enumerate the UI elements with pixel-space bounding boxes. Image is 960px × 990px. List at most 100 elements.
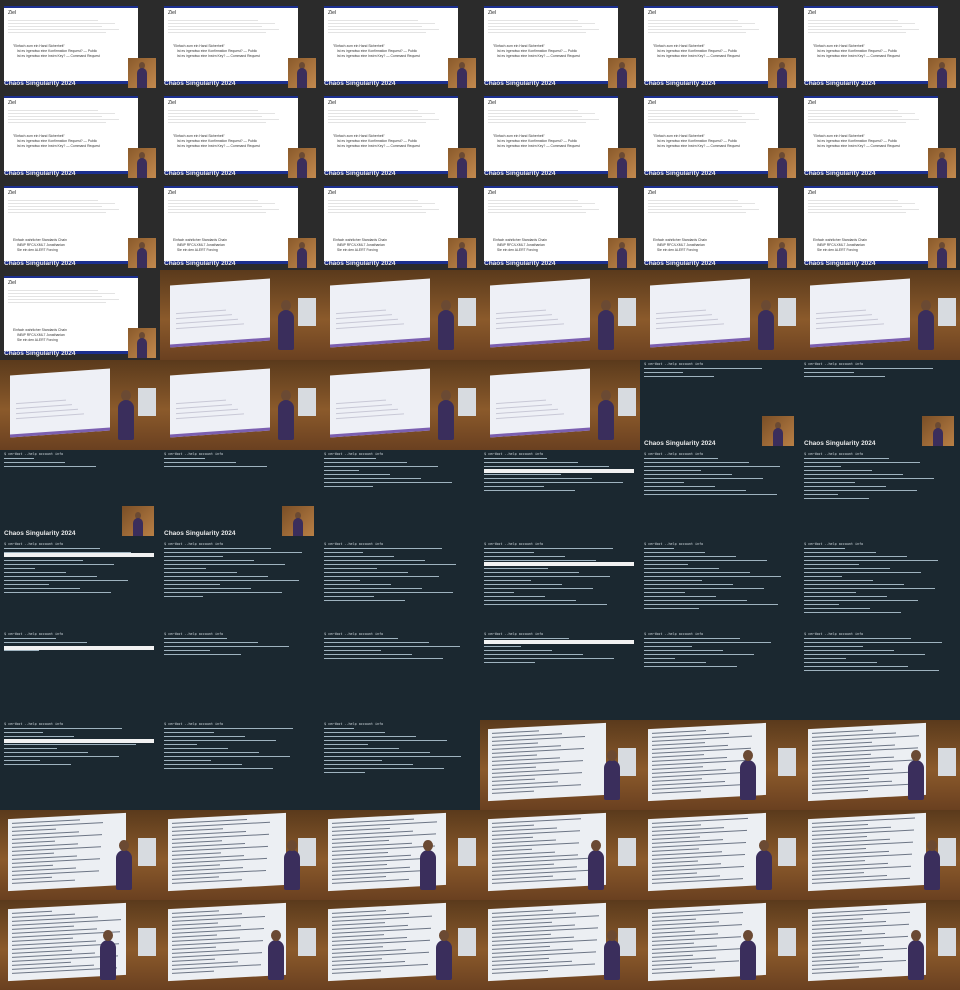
terminal-output-line <box>324 728 354 729</box>
video-thumbnail[interactable] <box>480 810 640 900</box>
terminal-output-line <box>644 474 732 475</box>
video-thumbnail[interactable]: Ziel Einfach wahrlicher Standards Chain IN… <box>0 180 160 270</box>
video-thumbnail[interactable]: Ziel "Einfach zum ein Hand Sicherheit" Ist… <box>640 90 800 180</box>
video-thumbnail[interactable]: $ certbot --help account info <box>160 720 320 810</box>
video-thumbnail[interactable]: $ certbot --help account info <box>160 630 320 720</box>
video-thumbnail[interactable]: $ certbot --help account info <box>160 540 320 630</box>
video-thumbnail[interactable] <box>320 360 480 450</box>
video-thumbnail[interactable]: $ certbot --help account info <box>640 630 800 720</box>
video-thumbnail[interactable] <box>480 900 640 990</box>
slide-frame: Ziel "Einfach zum ein Hand Sicherheit" Ist… <box>4 96 138 174</box>
video-thumbnail[interactable] <box>0 900 160 990</box>
terminal-prompt: $ certbot --help account info <box>324 632 384 636</box>
video-thumbnail[interactable]: $ certbot --help account info <box>640 540 800 630</box>
slide-top-bar <box>4 6 138 8</box>
video-thumbnail[interactable]: $ certbot --help account info Chaos Singu… <box>800 360 960 450</box>
video-thumbnail[interactable] <box>800 270 960 360</box>
speaker-body <box>137 338 147 358</box>
video-thumbnail[interactable]: Ziel "Einfach zum ein Hand Sicherheit" Ist… <box>480 90 640 180</box>
terminal-output-line <box>484 548 613 549</box>
terminal-output-line <box>4 568 35 569</box>
faint-line <box>648 209 759 210</box>
video-thumbnail[interactable]: Ziel "Einfach zum ein Hand Sicherheit" Ist… <box>320 0 480 90</box>
terminal-output-line <box>804 654 925 655</box>
terminal-text-line <box>172 934 217 938</box>
video-thumbnail[interactable]: Ziel "Einfach zum ein Hand Sicherheit" Ist… <box>0 90 160 180</box>
video-thumbnail[interactable]: Ziel "Einfach zum ein Hand Sicherheit" Ist… <box>480 0 640 90</box>
video-thumbnail[interactable]: Ziel "Einfach zum ein Hand Sicherheit" Ist… <box>0 0 160 90</box>
video-thumbnail[interactable]: $ certbot --help account info <box>480 540 640 630</box>
video-thumbnail[interactable]: $ certbot --help account info <box>800 540 960 630</box>
video-thumbnail[interactable]: $ certbot --help account info <box>320 720 480 810</box>
video-thumbnail[interactable] <box>320 270 480 360</box>
terminal-text-line <box>652 918 696 922</box>
video-thumbnail[interactable] <box>640 270 800 360</box>
video-thumbnail[interactable]: $ certbot --help account info <box>480 630 640 720</box>
video-thumbnail[interactable] <box>480 360 640 450</box>
video-thumbnail[interactable]: Ziel "Einfach zum ein Hand Sicherheit" Ist… <box>160 0 320 90</box>
speaker-camera-inset <box>928 58 956 88</box>
video-thumbnail[interactable]: Ziel Einfach wahrlicher Standards Chain IN… <box>160 180 320 270</box>
terminal-text-line <box>492 878 576 884</box>
video-thumbnail[interactable]: Ziel Einfach wahrlicher Standards Chain IN… <box>0 270 160 360</box>
projector-screen <box>330 368 430 438</box>
video-thumbnail[interactable] <box>320 900 480 990</box>
video-thumbnail[interactable]: Ziel Einfach wahrlicher Standards Chain IN… <box>480 180 640 270</box>
video-thumbnail[interactable] <box>160 270 320 360</box>
video-thumbnail[interactable]: $ certbot --help account info <box>640 450 800 540</box>
video-thumbnail[interactable] <box>800 720 960 810</box>
video-thumbnail[interactable]: Ziel Einfach wahrlicher Standards Chain IN… <box>640 180 800 270</box>
video-caption: Chaos Singularity 2024 <box>4 530 76 537</box>
video-thumbnail[interactable]: $ certbot --help account info Chaos Singu… <box>640 360 800 450</box>
faint-line <box>488 110 578 111</box>
video-thumbnail[interactable] <box>800 900 960 990</box>
video-thumbnail[interactable]: $ certbot --help account info Chaos Singu… <box>0 450 160 540</box>
video-thumbnail[interactable]: Ziel "Einfach zum ein Hand Sicherheit" Ist… <box>640 0 800 90</box>
video-thumbnail[interactable] <box>480 720 640 810</box>
faint-line <box>8 23 115 24</box>
speaker-camera-inset <box>288 238 316 268</box>
video-thumbnail[interactable]: Ziel "Einfach zum ein Hand Sicherheit" Ist… <box>800 0 960 90</box>
video-thumbnail[interactable] <box>160 900 320 990</box>
video-thumbnail[interactable] <box>640 810 800 900</box>
terminal-output-line <box>164 564 285 565</box>
video-thumbnail[interactable]: Ziel "Einfach zum ein Hand Sicherheit" Ist… <box>320 90 480 180</box>
terminal-prompt: $ certbot --help account info <box>164 542 224 546</box>
terminal-text-line <box>652 942 694 946</box>
video-thumbnail[interactable] <box>480 270 640 360</box>
screen-text-line <box>176 318 238 325</box>
video-thumbnail[interactable]: $ certbot --help account info <box>320 450 480 540</box>
video-thumbnail[interactable]: $ certbot --help account info <box>0 720 160 810</box>
video-thumbnail[interactable]: $ certbot --help account info <box>320 540 480 630</box>
video-thumbnail[interactable]: $ certbot --help account info <box>480 450 640 540</box>
video-thumbnail[interactable] <box>320 810 480 900</box>
terminal-output-line <box>804 592 856 593</box>
speaker-body <box>588 850 604 890</box>
video-thumbnail[interactable]: Ziel Einfach wahrlicher Standards Chain IN… <box>800 180 960 270</box>
video-thumbnail[interactable]: $ certbot --help account info <box>320 630 480 720</box>
screen-text-line <box>336 314 392 320</box>
terminal-text-line <box>172 910 219 914</box>
terminal-output-line <box>804 548 845 549</box>
video-thumbnail[interactable] <box>160 810 320 900</box>
video-thumbnail[interactable]: $ certbot --help account info <box>0 540 160 630</box>
screen-text-line <box>656 323 724 330</box>
video-thumbnail[interactable]: $ certbot --help account info <box>800 630 960 720</box>
video-thumbnail[interactable]: Ziel Einfach wahrlicher Standards Chain IN… <box>320 180 480 270</box>
video-thumbnail[interactable]: $ certbot --help account info <box>800 450 960 540</box>
video-thumbnail[interactable] <box>640 720 800 810</box>
slide-frame: Ziel "Einfach zum ein Hand Sicherheit" Ist… <box>644 96 778 174</box>
terminal-output-line <box>484 486 544 487</box>
video-thumbnail[interactable] <box>800 810 960 900</box>
room-window <box>458 298 476 326</box>
faint-line <box>488 32 586 33</box>
video-thumbnail[interactable]: Ziel "Einfach zum ein Hand Sicherheit" Ist… <box>160 90 320 180</box>
video-thumbnail[interactable] <box>0 810 160 900</box>
video-thumbnail[interactable] <box>640 900 800 990</box>
video-thumbnail[interactable]: $ certbot --help account info <box>0 630 160 720</box>
video-thumbnail[interactable]: $ certbot --help account info Chaos Singu… <box>160 450 320 540</box>
terminal-output-line <box>804 658 846 659</box>
video-thumbnail[interactable] <box>160 360 320 450</box>
video-thumbnail[interactable]: Ziel "Einfach zum ein Hand Sicherheit" Ist… <box>800 90 960 180</box>
video-thumbnail[interactable] <box>0 360 160 450</box>
